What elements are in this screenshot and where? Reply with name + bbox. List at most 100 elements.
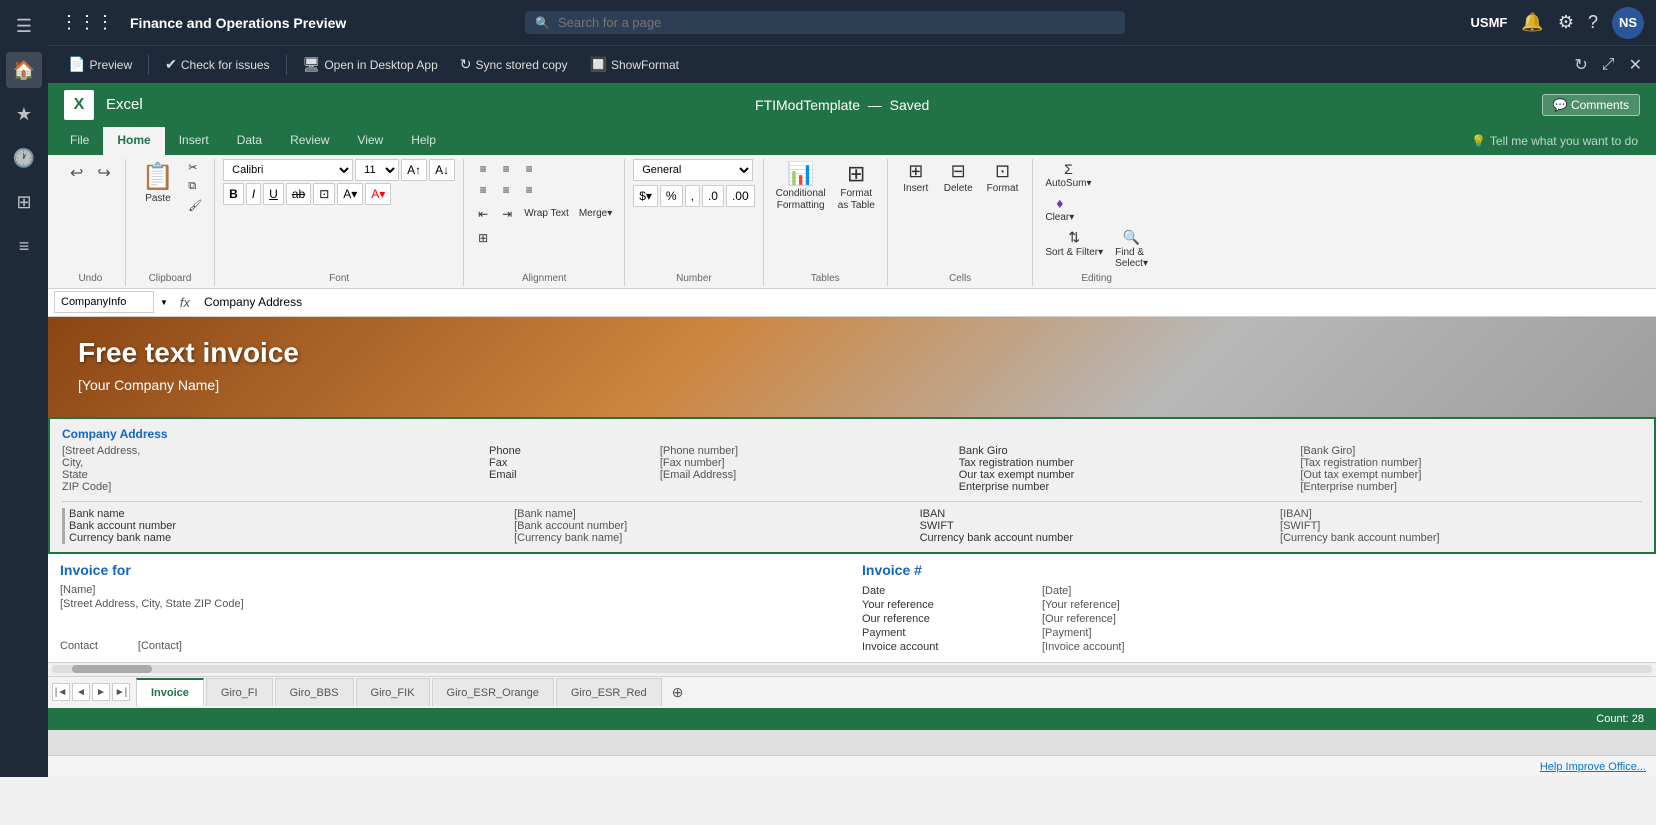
- showformat-button[interactable]: 🔲 ShowFormat: [580, 52, 689, 77]
- italic-button[interactable]: I: [246, 183, 261, 205]
- number-format-select[interactable]: General: [633, 159, 753, 181]
- table-row: City, Fax [Fax number] Tax registration …: [62, 457, 1642, 469]
- delete-button[interactable]: ⊟ Delete: [938, 159, 979, 196]
- decrease-font-button[interactable]: A↓: [429, 159, 455, 181]
- sync-button[interactable]: ↻ Sync stored copy: [450, 52, 578, 77]
- sidebar-home[interactable]: 🏠: [6, 52, 42, 88]
- font-group-label: Font: [223, 271, 455, 286]
- tab-data[interactable]: Data: [223, 127, 276, 155]
- align-right[interactable]: ≡: [518, 180, 540, 200]
- bold-button[interactable]: B: [223, 183, 244, 205]
- sheet-nav-next[interactable]: ►: [92, 683, 110, 701]
- align-top-center[interactable]: ≡: [495, 159, 517, 179]
- decimal-increase[interactable]: .0: [702, 185, 724, 207]
- invoice-for-section: Invoice for [Name] [Street Address, City…: [60, 562, 842, 654]
- percent-button[interactable]: %: [660, 185, 683, 207]
- sheet-nav-first[interactable]: |◄: [52, 683, 70, 701]
- sheet-tab-invoice[interactable]: Invoice: [136, 678, 204, 706]
- sidebar-star[interactable]: ★: [6, 96, 42, 132]
- align-top-right[interactable]: ≡: [518, 159, 540, 179]
- cell-ref-dropdown[interactable]: ▼: [158, 296, 170, 309]
- app-grid-icon[interactable]: ⋮⋮⋮: [60, 12, 114, 33]
- merge-button[interactable]: Merge▾: [575, 206, 616, 221]
- border-button[interactable]: ⊡: [313, 183, 335, 205]
- format-button[interactable]: ⊡ Format: [981, 159, 1025, 196]
- tab-review[interactable]: Review: [276, 127, 343, 155]
- align-top-left[interactable]: ≡: [472, 159, 494, 179]
- fill-color-button[interactable]: A▾: [337, 183, 363, 205]
- search-input[interactable]: [558, 15, 1115, 30]
- search-bar[interactable]: 🔍: [525, 11, 1125, 34]
- tell-me-box[interactable]: 💡 Tell me what you want to do: [1461, 130, 1648, 152]
- tab-view[interactable]: View: [343, 127, 397, 155]
- sheet-nav-prev[interactable]: ◄: [72, 683, 90, 701]
- redo-button[interactable]: ↪: [91, 159, 116, 187]
- undo-button[interactable]: ↩: [64, 159, 89, 187]
- sort-filter-button[interactable]: ⇅ Sort & Filter▾: [1041, 227, 1107, 271]
- help-icon[interactable]: ?: [1588, 12, 1598, 33]
- find-select-button[interactable]: 🔍 Find &Select▾: [1111, 227, 1152, 271]
- align-center[interactable]: ≡: [495, 180, 517, 200]
- indent-increase[interactable]: ⇥: [496, 204, 518, 224]
- formula-input[interactable]: [200, 293, 1650, 311]
- paste-button[interactable]: 📋 Paste: [134, 159, 182, 206]
- sheet-tab-giro-esr-red[interactable]: Giro_ESR_Red: [556, 678, 662, 706]
- avatar[interactable]: NS: [1612, 7, 1644, 39]
- merge-cells-icon[interactable]: ⊞: [472, 228, 494, 248]
- horizontal-scrollbar[interactable]: [48, 662, 1656, 676]
- currency-button[interactable]: $▾: [633, 185, 658, 207]
- align-left[interactable]: ≡: [472, 180, 494, 200]
- fx-button[interactable]: fx: [174, 293, 196, 312]
- format-painter-button[interactable]: 🖌: [184, 197, 206, 214]
- sidebar-recent[interactable]: 🕐: [6, 140, 42, 176]
- font-name-select[interactable]: Calibri: [223, 159, 353, 181]
- sidebar-grid[interactable]: ⊞: [6, 184, 42, 220]
- tab-file[interactable]: File: [56, 127, 103, 155]
- invoice-title: Free text invoice: [78, 337, 1626, 369]
- notification-icon[interactable]: 🔔: [1521, 12, 1543, 33]
- clear-button[interactable]: ♦ Clear▾: [1041, 193, 1078, 225]
- increase-font-button[interactable]: A↑: [401, 159, 427, 181]
- check-issues-button[interactable]: ✔ Check for issues: [155, 52, 279, 77]
- conditional-formatting-button[interactable]: 📊 ConditionalFormatting: [772, 159, 830, 214]
- copy-button[interactable]: ⧉: [184, 178, 206, 195]
- desktop-icon: 🖥: [303, 56, 321, 73]
- close-icon[interactable]: ✕: [1625, 51, 1646, 79]
- wrap-text-button[interactable]: Wrap Text: [520, 206, 573, 221]
- cell-reference-box[interactable]: CompanyInfo: [54, 291, 154, 313]
- add-sheet-button[interactable]: ⊕: [664, 680, 692, 705]
- sheet-tab-giro-fi[interactable]: Giro_FI: [206, 678, 273, 706]
- expand-icon[interactable]: ⤢: [1598, 52, 1619, 78]
- invoice-for-title: Invoice for: [60, 562, 842, 578]
- tab-help[interactable]: Help: [397, 127, 450, 155]
- comments-button[interactable]: 💬 Comments: [1542, 94, 1640, 116]
- autosum-button[interactable]: Σ AutoSum▾: [1041, 159, 1095, 191]
- insert-button[interactable]: ⊞ Insert: [896, 159, 936, 196]
- tab-home[interactable]: Home: [103, 127, 164, 155]
- sheet-tab-giro-bbs[interactable]: Giro_BBS: [275, 678, 354, 706]
- sidebar-hamburger[interactable]: ☰: [6, 8, 42, 44]
- sheet-content: Free text invoice [Your Company Name] Co…: [48, 317, 1656, 662]
- table-row: Date [Date]: [862, 584, 1125, 598]
- sheet-tab-giro-fik[interactable]: Giro_FIK: [356, 678, 430, 706]
- comma-button[interactable]: ,: [685, 185, 700, 207]
- decimal-decrease[interactable]: .00: [726, 185, 755, 207]
- font-color-button[interactable]: A▾: [365, 183, 391, 205]
- format-as-table-button[interactable]: ⊞ Formatas Table: [834, 159, 879, 214]
- preview-button[interactable]: 📄 Preview: [58, 52, 142, 77]
- sheet-tab-giro-esr-orange[interactable]: Giro_ESR_Orange: [432, 678, 554, 706]
- improve-office-link[interactable]: Help Improve Office...: [1540, 761, 1646, 773]
- tab-insert[interactable]: Insert: [165, 127, 223, 155]
- font-size-select[interactable]: 11: [355, 159, 399, 181]
- open-desktop-button[interactable]: 🖥 Open in Desktop App: [293, 52, 448, 77]
- sidebar-list[interactable]: ≡: [6, 228, 42, 264]
- strikethrough-button[interactable]: ab: [286, 183, 311, 205]
- settings-icon[interactable]: ⚙: [1558, 12, 1574, 33]
- scroll-thumb-h[interactable]: [72, 665, 152, 673]
- sheet-nav-last[interactable]: ►|: [112, 683, 130, 701]
- cut-button[interactable]: ✂: [184, 159, 206, 176]
- refresh-icon[interactable]: ↻: [1570, 51, 1591, 79]
- indent-decrease[interactable]: ⇤: [472, 204, 494, 224]
- underline-button[interactable]: U: [263, 183, 284, 205]
- sheet-area[interactable]: Free text invoice [Your Company Name] Co…: [48, 317, 1656, 755]
